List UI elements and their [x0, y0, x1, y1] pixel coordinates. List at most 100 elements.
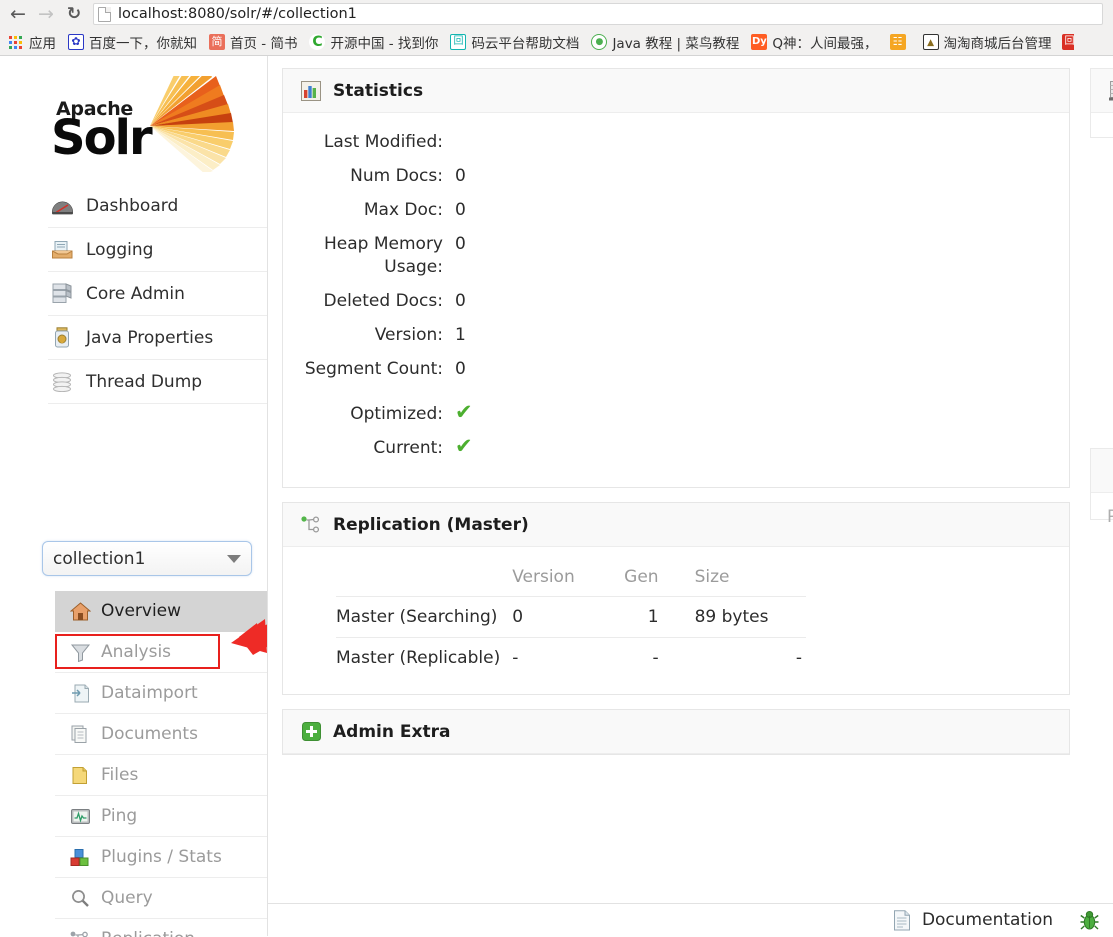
bookmark-item[interactable]: 首页 - 简书	[205, 30, 303, 54]
bookmark-label: 首页 - 简书	[230, 35, 298, 52]
core-nav-item-label: Ping	[101, 806, 138, 826]
bookmark-item[interactable]: 百度一下，你就知	[64, 30, 203, 54]
core-nav-item-query[interactable]: Query	[55, 878, 267, 919]
sidebar-item-logging[interactable]: Logging	[48, 228, 267, 272]
sidebar-item-java-properties[interactable]: Java Properties	[48, 316, 267, 360]
sidebar-item-label: Dashboard	[86, 195, 179, 216]
douyu-favicon	[751, 33, 768, 50]
core-nav-item-label: Query	[101, 888, 153, 908]
apps-grid-icon	[8, 34, 24, 50]
core-nav-item-analysis[interactable]: Analysis	[55, 632, 267, 673]
replication-nodes-icon	[300, 514, 322, 536]
core-selector-dropdown[interactable]: collection1	[42, 541, 252, 576]
statistics-row: Version: 1	[300, 324, 1052, 347]
issue-tracker-bug-icon	[1079, 909, 1099, 931]
core-nav-item-files[interactable]: Files	[55, 755, 267, 796]
dataimport-icon	[69, 683, 91, 703]
documents-icon	[69, 724, 91, 744]
sidebar-item-thread-dump[interactable]: Thread Dump	[48, 360, 267, 404]
query-magnifier-icon	[69, 888, 91, 908]
core-nav-item-replication[interactable]: Replication	[55, 919, 267, 937]
statistics-row: Num Docs: 0	[300, 165, 1052, 188]
statistics-flag-label: Optimized:	[350, 403, 443, 424]
statistics-barchart-icon	[300, 80, 322, 102]
admin-extra-panel-title: Admin Extra	[333, 721, 451, 742]
core-nav-item-label: Files	[101, 765, 139, 785]
baidu-favicon	[68, 33, 84, 50]
main-column: Statistics Last Modified: Num Docs: 0 Max D…	[282, 68, 1070, 769]
bookmark-item[interactable]: 码云平台帮助文档	[446, 30, 585, 54]
bookmark-item[interactable]	[1060, 32, 1074, 52]
core-nav-item-label: Dataimport	[101, 683, 198, 703]
core-nav-item-label: Overview	[101, 601, 182, 621]
side-column: Pin	[1090, 68, 1113, 769]
statistics-flag-row: Current: ✔	[300, 436, 1052, 460]
bookmark-item[interactable]: Q神：人间最强，	[747, 30, 883, 54]
gitee-favicon	[450, 33, 467, 50]
bookmark-label: Q神：人间最强，	[772, 35, 878, 52]
core-nav-item-ping[interactable]: Ping	[55, 796, 267, 837]
replication-row-name: Master (Searching)	[336, 596, 513, 638]
red-favicon	[1061, 33, 1074, 50]
bookmark-label: 百度一下，你就知	[89, 35, 197, 52]
replication-panel-title: Replication (Master)	[333, 514, 529, 535]
address-bar[interactable]: localhost:8080/solr/#/collection1	[93, 3, 1103, 25]
replication-panel-body: Version Gen Size Master (Searching) 0 1 89 …	[283, 547, 1069, 694]
files-folder-icon	[69, 765, 91, 785]
footer-link-issue-tracker[interactable]	[1079, 909, 1109, 931]
core-nav-item-dataimport[interactable]: Dataimport	[55, 673, 267, 714]
core-nav-item-overview[interactable]: Overview	[55, 591, 267, 632]
statistics-row-label: Deleted Docs:	[323, 290, 443, 311]
table-row: Master (Searching) 0 1 89 bytes	[336, 596, 806, 638]
footer-link-documentation[interactable]: Documentation	[892, 909, 1053, 931]
logo-solr-text: Solr	[51, 110, 153, 166]
statistics-panel-title: Statistics	[333, 80, 424, 101]
statistics-row-label-line2: Usage:	[384, 256, 443, 277]
statistics-flag-row: Optimized: ✔	[300, 401, 1052, 426]
forward-arrow-icon[interactable]: →	[32, 1, 60, 27]
plugins-blocks-icon	[69, 847, 91, 867]
bookmark-item[interactable]: 应用	[4, 30, 62, 54]
replication-panel: Replication (Master) Version Gen Size Ma…	[282, 502, 1070, 696]
browser-chrome: ← → ↻ localhost:8080/solr/#/collection1 …	[0, 0, 1113, 56]
browser-toolbar: ← → ↻ localhost:8080/solr/#/collection1	[0, 0, 1113, 28]
replication-row-gen: -	[618, 637, 695, 679]
reload-icon[interactable]: ↻	[60, 1, 88, 27]
bookmark-item[interactable]	[886, 32, 917, 52]
core-nav-item-documents[interactable]: Documents	[55, 714, 267, 755]
page-document-icon	[98, 6, 111, 22]
bookmark-item[interactable]: 开源中国 - 找到你	[305, 30, 444, 54]
taotao-favicon	[922, 33, 939, 50]
runoob-favicon	[591, 33, 608, 50]
bookmark-label: 开源中国 - 找到你	[330, 35, 439, 52]
admin-extra-panel: Admin Extra	[282, 709, 1070, 756]
bookmark-label: 应用	[29, 35, 56, 52]
core-nav-item-plugins-stats[interactable]: Plugins / Stats	[55, 837, 267, 878]
sidebar-item-core-admin[interactable]: Core Admin	[48, 272, 267, 316]
sidebar-item-label: Core Admin	[86, 283, 185, 304]
statistics-panel-body: Last Modified: Num Docs: 0 Max Doc: 0 Heap Me…	[283, 113, 1069, 487]
content-area: Statistics Last Modified: Num Docs: 0 Max D…	[267, 56, 1113, 936]
back-arrow-icon[interactable]: ←	[4, 1, 32, 27]
statistics-panel-header: Statistics	[283, 69, 1069, 113]
statistics-row: Max Doc: 0	[300, 199, 1052, 222]
sidebar: Apache Solr Dashboard Logging Core Admin Ja…	[0, 56, 320, 937]
solr-logo[interactable]: Apache Solr	[48, 76, 240, 172]
solr-sunburst-icon	[150, 76, 234, 172]
bookmark-item[interactable]: 淘淘商城后台管理	[919, 30, 1058, 54]
side-panel-ping-label: Pin	[1107, 507, 1113, 527]
col-header-size: Size	[694, 567, 730, 588]
green-check-icon: ✔	[455, 434, 473, 459]
sidebar-item-dashboard[interactable]: Dashboard	[48, 184, 267, 228]
bookmark-label: 淘淘商城后台管理	[943, 35, 1052, 52]
footer-link-label: Documentation	[921, 910, 1053, 930]
statistics-row-value: 0	[455, 233, 466, 254]
bookmark-item[interactable]: Java 教程 | 菜鸟教程	[587, 30, 745, 54]
statistics-row-value: 0	[455, 199, 466, 220]
core-nav-item-label: Replication	[101, 929, 195, 937]
col-header-gen: Gen	[624, 567, 659, 588]
replication-row-name: Master (Replicable)	[336, 637, 513, 679]
core-nav-item-label: Documents	[101, 724, 198, 744]
replication-row-version: -	[512, 637, 619, 679]
statistics-row-label: Num Docs:	[350, 165, 443, 186]
